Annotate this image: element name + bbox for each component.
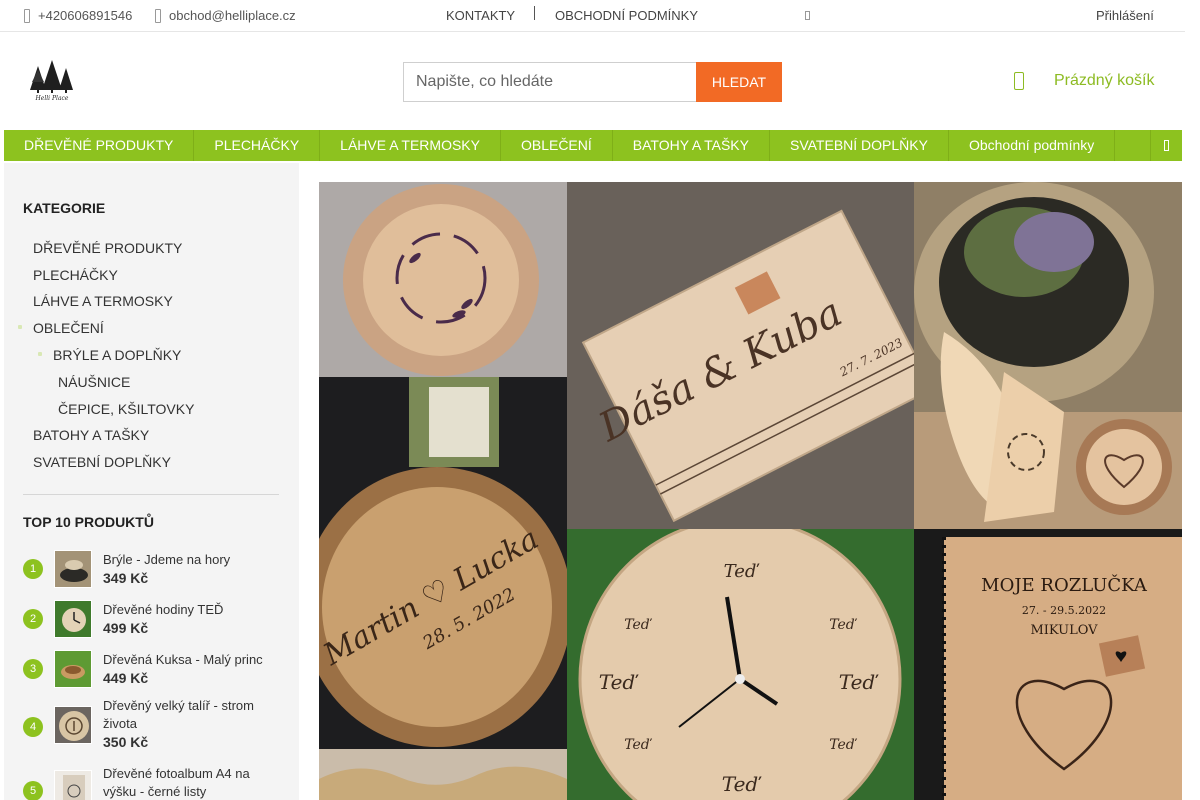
top-product-item[interactable]: 3 Dřevěná Kuksa - Malý princ 449 Kč bbox=[23, 648, 283, 692]
topbar-separator bbox=[534, 6, 535, 20]
category-svatebni-doplnky[interactable]: SVATEBNÍ DOPLŇKY bbox=[33, 454, 171, 470]
bullet-icon bbox=[18, 325, 22, 329]
banner-giftbox-image bbox=[319, 749, 567, 800]
search-button[interactable]: HLEDAT bbox=[696, 62, 782, 102]
banner-album-image: MOJE ROZLUČKA 27. - 29.5.2022 MIKULOV bbox=[914, 529, 1182, 800]
banner-plate-wreath-image bbox=[319, 182, 567, 377]
category-plechacky[interactable]: PLECHÁČKY bbox=[33, 267, 118, 283]
product-thumbnail[interactable] bbox=[54, 600, 92, 638]
main-nav: DŘEVĚNÉ PRODUKTY PLECHÁČKY LÁHVE A TERMO… bbox=[4, 130, 1182, 161]
cart-link[interactable]: Prázdný košík bbox=[1014, 72, 1154, 90]
product-price: 350 Kč bbox=[103, 734, 149, 750]
category-cepice-ksiltovky[interactable]: ČEPICE, KŠILTOVKY bbox=[58, 401, 194, 417]
email-address[interactable]: obchod@helliplace.cz bbox=[169, 8, 296, 23]
phone-number[interactable]: +420606891546 bbox=[38, 8, 132, 23]
rank-badge: 1 bbox=[23, 559, 43, 579]
svg-text:Teď: Teď bbox=[599, 670, 640, 694]
sidebar: KATEGORIE DŘEVĚNÉ PRODUKTY PLECHÁČKY LÁH… bbox=[4, 163, 299, 800]
svg-text:Helli Place: Helli Place bbox=[35, 95, 69, 102]
svg-text:MOJE ROZLUČKA: MOJE ROZLUČKA bbox=[981, 573, 1148, 596]
email-contact[interactable]: obchod@helliplace.cz bbox=[155, 8, 296, 23]
more-icon[interactable] bbox=[805, 11, 810, 20]
product-thumbnail[interactable] bbox=[54, 706, 92, 744]
product-name[interactable]: Dřevěné fotoalbum A4 na výšku - černé li… bbox=[103, 765, 278, 800]
product-thumbnail[interactable] bbox=[54, 550, 92, 588]
rank-badge: 4 bbox=[23, 717, 43, 737]
product-thumbnail[interactable] bbox=[54, 650, 92, 688]
category-drevene-produkty[interactable]: DŘEVĚNÉ PRODUKTY bbox=[33, 240, 182, 256]
svg-text:Teď: Teď bbox=[722, 772, 763, 796]
email-icon bbox=[155, 8, 161, 23]
product-name[interactable]: Dřevěná Kuksa - Malý princ bbox=[103, 651, 278, 669]
nav-svatebni-doplnky[interactable]: SVATEBNÍ DOPLŇKY bbox=[770, 130, 949, 161]
banner-wedding-plate-image: Martin ♡ Lucka 28. 5. 2022 bbox=[319, 377, 567, 749]
top-product-item[interactable]: 1 Brýle - Jdeme na hory 349 Kč bbox=[23, 548, 283, 592]
category-nausnice[interactable]: NÁUŠNICE bbox=[58, 374, 130, 390]
menu-icon bbox=[1164, 140, 1169, 151]
top-products-title: TOP 10 PRODUKTŮ bbox=[23, 514, 154, 530]
nav-batohy-a-tasky[interactable]: BATOHY A TAŠKY bbox=[613, 130, 770, 161]
cart-icon bbox=[1014, 72, 1024, 90]
category-bryle-a-doplnky[interactable]: BRÝLE A DOPLŇKY bbox=[53, 347, 181, 363]
svg-text:Teď: Teď bbox=[724, 561, 760, 582]
login-link[interactable]: Přihlášení bbox=[1096, 8, 1154, 23]
nav-drevene-produkty[interactable]: DŘEVĚNÉ PRODUKTY bbox=[4, 130, 195, 161]
link-obchodni-podminky[interactable]: OBCHODNÍ PODMÍNKY bbox=[555, 8, 698, 23]
svg-text:MIKULOV: MIKULOV bbox=[1030, 623, 1098, 638]
banner-clock-image: Teď Teď Teď Teď Teď Teď Teď Teď bbox=[567, 529, 914, 800]
banner-guestbook-image: Dáša & Kuba 27. 7. 2023 bbox=[567, 182, 914, 529]
nav-obchodni-podminky[interactable]: Obchodní podmínky bbox=[949, 130, 1116, 161]
phone-contact[interactable]: +420606891546 bbox=[24, 8, 132, 23]
top-product-item[interactable]: 4 Dřevěný velký talíř - strom života 350… bbox=[23, 698, 283, 752]
nav-lahve-a-termosky[interactable]: LÁHVE A TERMOSKY bbox=[320, 130, 501, 161]
category-batohy-a-tasky[interactable]: BATOHY A TAŠKY bbox=[33, 427, 149, 443]
product-price: 349 Kč bbox=[103, 570, 149, 586]
cart-label[interactable]: Prázdný košík bbox=[1054, 72, 1154, 90]
nav-obleceni[interactable]: OBLEČENÍ bbox=[501, 130, 613, 161]
rank-badge: 3 bbox=[23, 659, 43, 679]
site-logo[interactable]: Helli Place bbox=[24, 56, 80, 102]
category-obleceni[interactable]: OBLEČENÍ bbox=[33, 320, 104, 336]
top-bar: +420606891546 obchod@helliplace.cz KONTA… bbox=[0, 0, 1185, 32]
product-price: 449 Kč bbox=[103, 670, 149, 686]
rank-badge: 5 bbox=[23, 781, 43, 800]
svg-text:Teď: Teď bbox=[624, 617, 653, 633]
top-product-item[interactable]: 5 Dřevěné fotoalbum A4 na výšku - černé … bbox=[23, 764, 283, 800]
logo-trees-icon: Helli Place bbox=[30, 60, 73, 102]
sidebar-divider bbox=[23, 494, 279, 495]
search-form: HLEDAT bbox=[403, 62, 782, 102]
product-name[interactable]: Dřevěné hodiny TEĎ bbox=[103, 601, 278, 619]
nav-plechacky[interactable]: PLECHÁČKY bbox=[194, 130, 321, 161]
rank-badge: 2 bbox=[23, 609, 43, 629]
product-thumbnail[interactable] bbox=[54, 770, 92, 800]
svg-text:Teď: Teď bbox=[624, 737, 653, 753]
nav-more-button[interactable] bbox=[1150, 130, 1182, 161]
hero-banner[interactable]: Dáša & Kuba 27. 7. 2023 Martin ♡ Lucka 2… bbox=[319, 182, 1182, 800]
category-lahve-a-termosky[interactable]: LÁHVE A TERMOSKY bbox=[33, 293, 173, 309]
svg-text:Teď: Teď bbox=[839, 670, 880, 694]
banner-lavender-boards-image bbox=[914, 182, 1182, 529]
product-name[interactable]: Brýle - Jdeme na hory bbox=[103, 551, 278, 569]
svg-text:Teď: Teď bbox=[829, 737, 858, 753]
link-kontakty[interactable]: KONTAKTY bbox=[446, 8, 515, 23]
top-product-item[interactable]: 2 Dřevěné hodiny TEĎ 499 Kč bbox=[23, 598, 283, 642]
product-price: 499 Kč bbox=[103, 620, 149, 636]
categories-title: KATEGORIE bbox=[23, 200, 106, 216]
product-name[interactable]: Dřevěný velký talíř - strom života bbox=[103, 697, 278, 733]
phone-icon bbox=[24, 8, 30, 23]
search-input[interactable] bbox=[403, 62, 696, 102]
svg-text:Teď: Teď bbox=[829, 617, 858, 633]
svg-text:27. - 29.5.2022: 27. - 29.5.2022 bbox=[1022, 604, 1106, 617]
bullet-icon bbox=[38, 352, 42, 356]
